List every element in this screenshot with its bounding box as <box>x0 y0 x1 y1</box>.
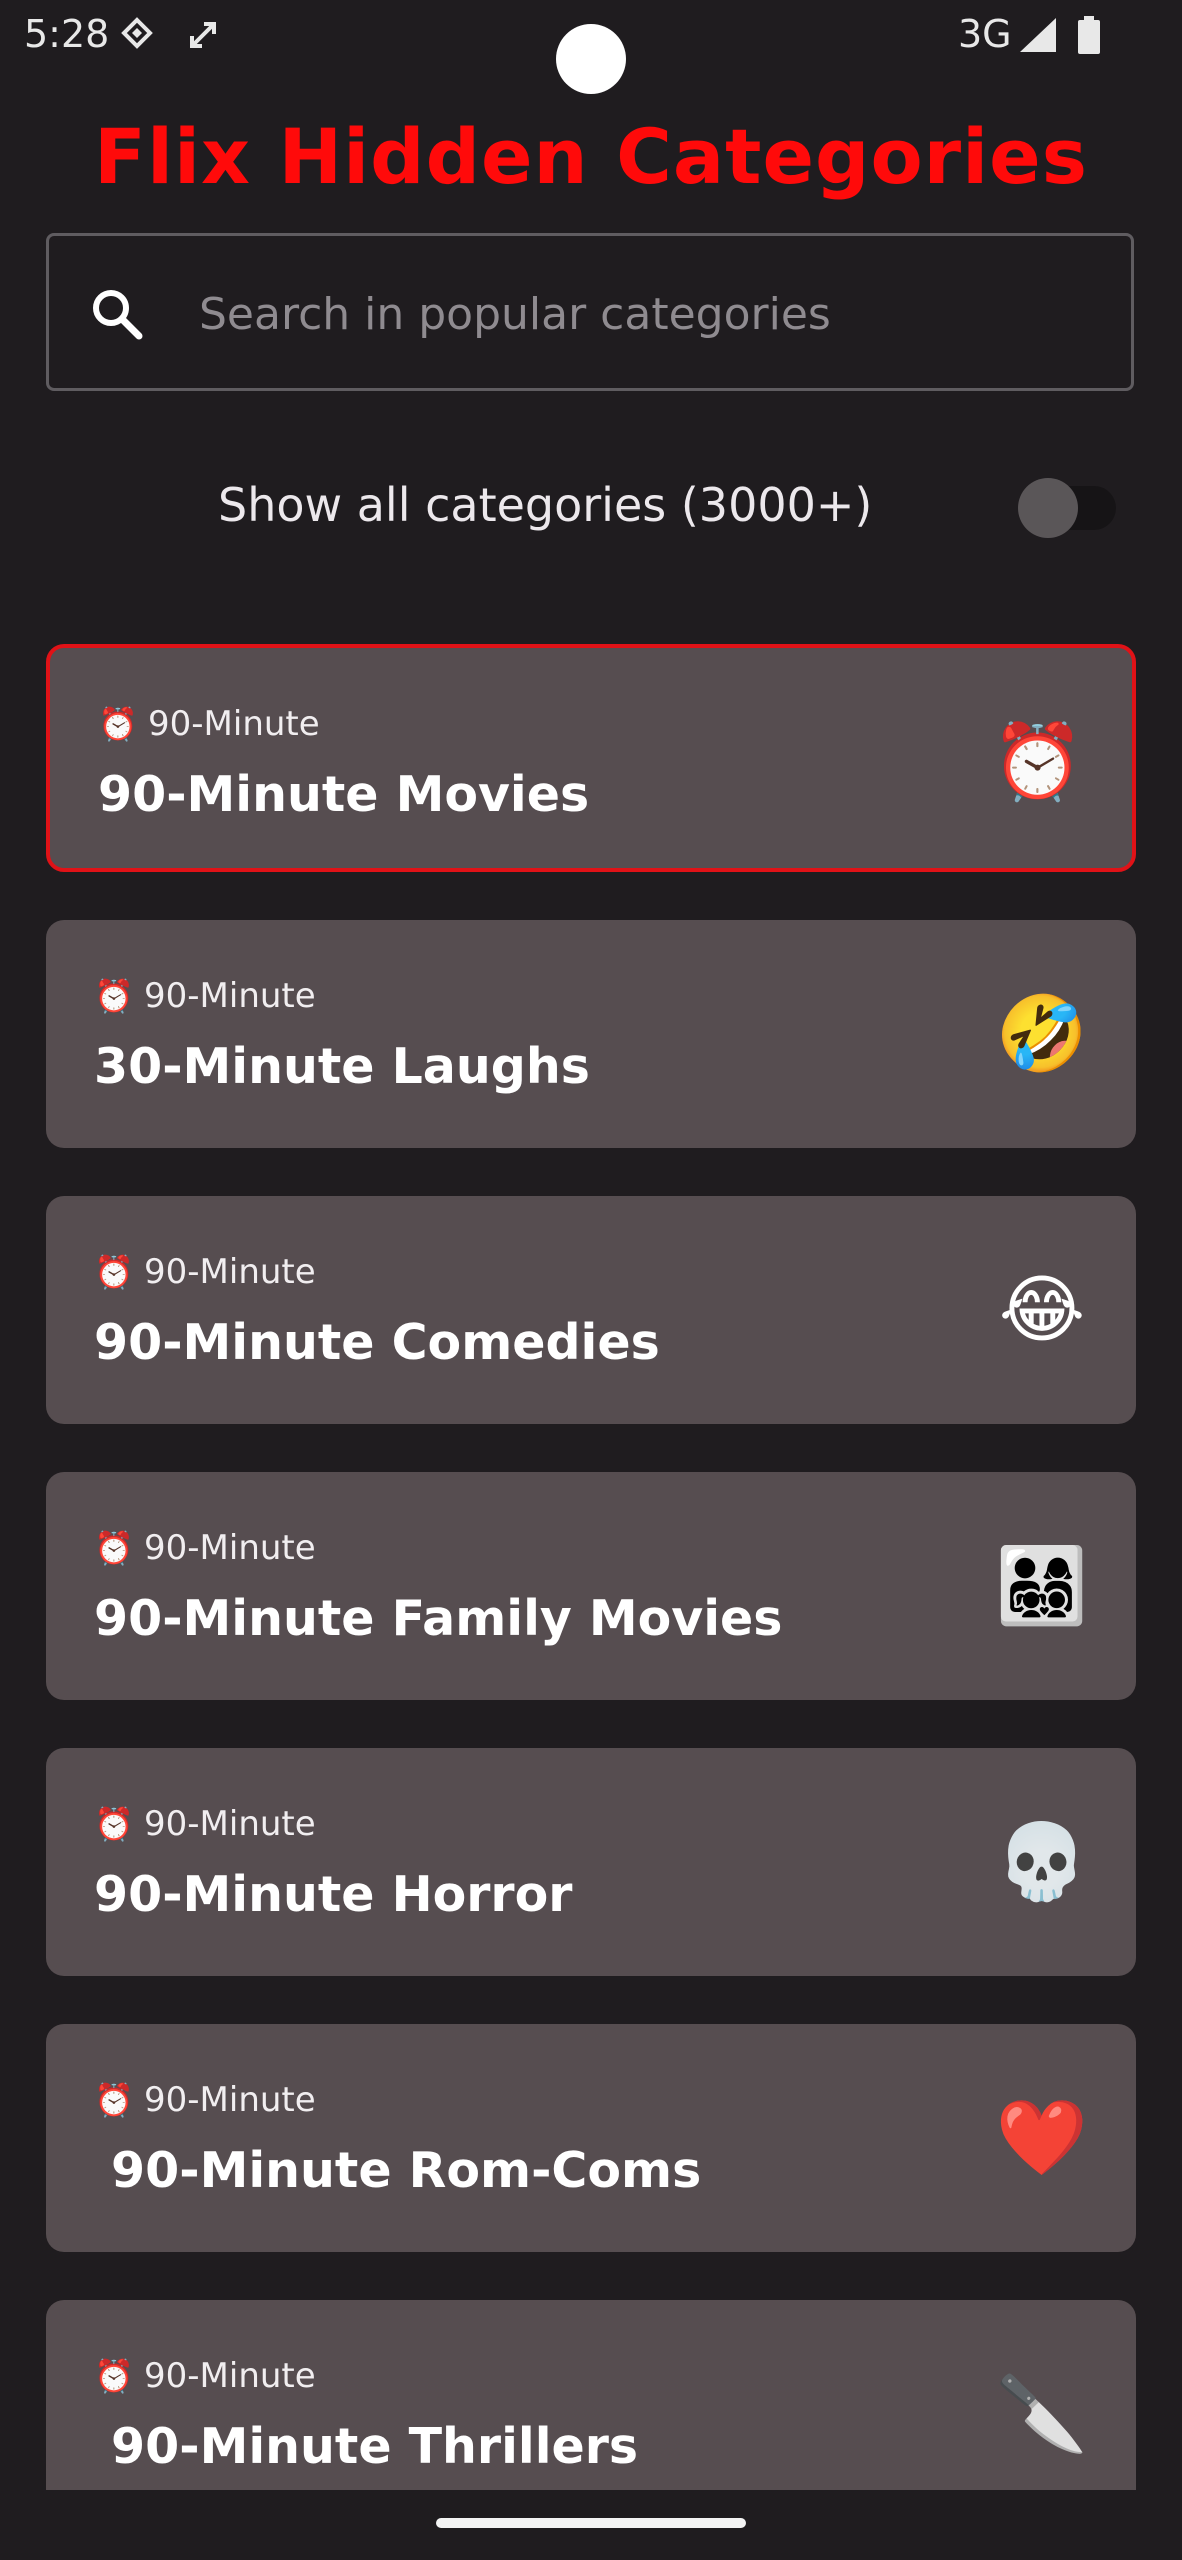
knife-icon: 🔪 <box>995 2372 1089 2455</box>
category-tag-label: 90-Minute <box>144 2356 316 2396</box>
show-all-label: Show all categories (3000+) <box>218 478 873 532</box>
data-saver-icon <box>120 16 154 54</box>
category-tag-label: 90-Minute <box>148 704 320 744</box>
category-card[interactable]: ⏰ 90-Minute 90-Minute Movies ⏰ <box>46 644 1136 872</box>
category-tag: ⏰ 90-Minute <box>94 1528 316 1568</box>
category-title: 90-Minute Comedies <box>94 1314 660 1371</box>
alarm-clock-icon: ⏰ <box>94 1529 134 1567</box>
category-tag: ⏰ 90-Minute <box>94 976 316 1016</box>
alarm-clock-icon: ⏰ <box>991 720 1085 803</box>
category-tag: ⏰ 90-Minute <box>94 1252 316 1292</box>
category-card[interactable]: ⏰ 90-Minute 30-Minute Laughs 🤣 <box>46 920 1136 1148</box>
network-type: 3G <box>958 12 1012 56</box>
category-tag: ⏰ 90-Minute <box>94 2356 316 2396</box>
category-title: 90-Minute Horror <box>94 1866 573 1923</box>
category-title: 90-Minute Family Movies <box>94 1590 783 1647</box>
category-title: 90-Minute Thrillers <box>94 2418 639 2475</box>
toggle-thumb[interactable] <box>1018 478 1078 538</box>
category-tag-label: 90-Minute <box>144 1252 316 1292</box>
search-box[interactable] <box>46 233 1134 391</box>
category-tag: ⏰ 90-Minute <box>94 2080 316 2120</box>
rotate-icon <box>186 16 220 54</box>
heart-icon: ❤️ <box>995 2096 1089 2179</box>
alarm-clock-icon: ⏰ <box>94 2357 134 2395</box>
category-tag-label: 90-Minute <box>144 1528 316 1568</box>
category-title: 30-Minute Laughs <box>94 1038 590 1095</box>
category-title: 90-Minute Movies <box>98 766 590 823</box>
alarm-clock-icon: ⏰ <box>94 1805 134 1843</box>
category-tag: ⏰ 90-Minute <box>98 704 320 744</box>
signal-icon <box>1018 16 1058 54</box>
camera-cutout <box>556 24 626 94</box>
alarm-clock-icon: ⏰ <box>94 977 134 1015</box>
status-time: 5:28 <box>24 12 110 56</box>
category-card[interactable]: ⏰ 90-Minute 90-Minute Horror 💀 <box>46 1748 1136 1976</box>
category-card[interactable]: ⏰ 90-Minute 90-Minute Comedies 😂 <box>46 1196 1136 1424</box>
category-tag-label: 90-Minute <box>144 2080 316 2120</box>
home-indicator[interactable] <box>436 2518 746 2528</box>
category-title: 90-Minute Rom-Coms <box>94 2142 702 2199</box>
search-icon <box>89 286 145 342</box>
battery-icon <box>1076 16 1102 54</box>
alarm-clock-icon: ⏰ <box>94 1253 134 1291</box>
category-card[interactable]: ⏰ 90-Minute 90-Minute Family Movies 👨‍👩‍👧‍👦 <box>46 1472 1136 1700</box>
family-icon: 👨‍👩‍👧‍👦 <box>995 1544 1089 1627</box>
skull-icon: 💀 <box>995 1820 1089 1903</box>
tears-of-joy-icon: 😂 <box>998 1268 1086 1351</box>
category-tag: ⏰ 90-Minute <box>94 1804 316 1844</box>
app-title: Flix Hidden Categories <box>94 112 1088 201</box>
alarm-clock-icon: ⏰ <box>94 2081 134 2119</box>
alarm-clock-icon: ⏰ <box>98 705 138 743</box>
category-tag-label: 90-Minute <box>144 1804 316 1844</box>
rolling-laughing-icon: 🤣 <box>995 992 1089 1075</box>
search-input[interactable] <box>197 280 1081 348</box>
category-tag-label: 90-Minute <box>144 976 316 1016</box>
status-bar: 5:28 3G <box>0 0 1182 94</box>
category-card[interactable]: ⏰ 90-Minute 90-Minute Rom-Coms ❤️ <box>46 2024 1136 2252</box>
